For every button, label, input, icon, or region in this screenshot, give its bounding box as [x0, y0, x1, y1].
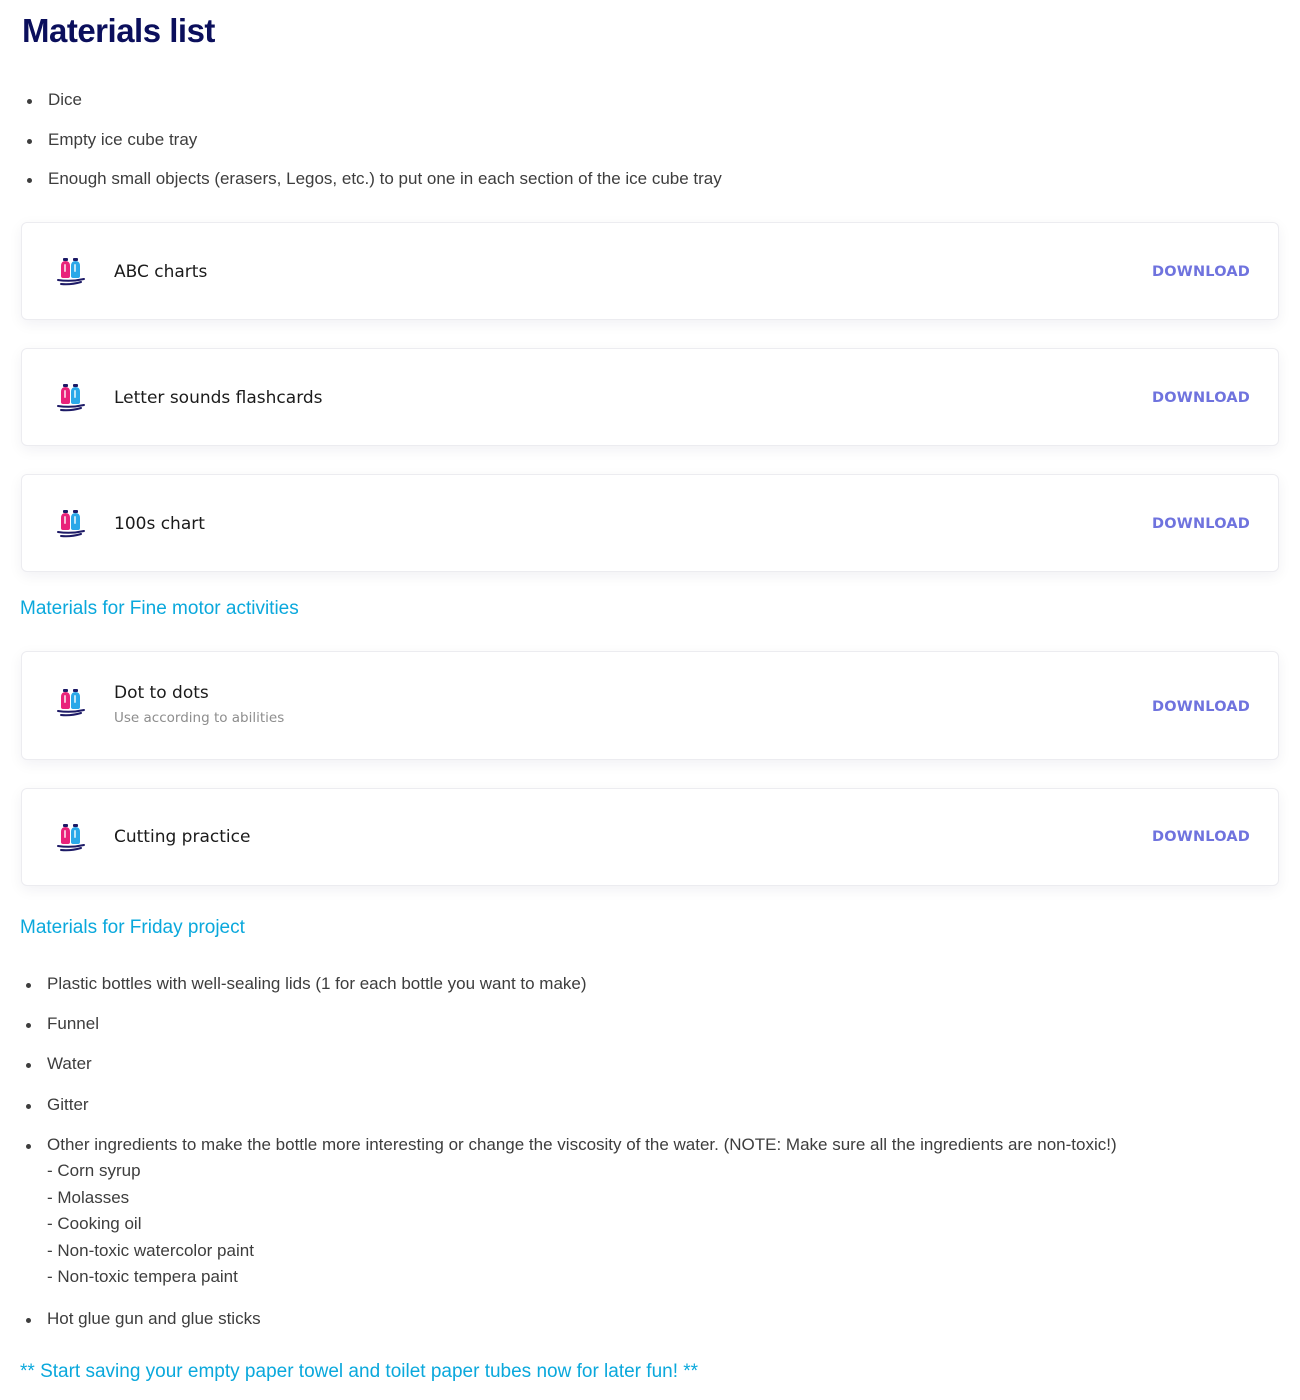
- list-item: Funnel: [21, 1011, 1281, 1037]
- card-title: Cutting practice: [114, 827, 251, 847]
- friday-project-heading: Materials for Friday project: [20, 917, 245, 938]
- download-card-dot-to-dots: Dot to dots Use according to abilities D…: [21, 651, 1279, 760]
- bottles-icon: [54, 381, 88, 415]
- download-button[interactable]: DOWNLOAD: [1152, 390, 1250, 406]
- list-item: Hot glue gun and glue sticks: [21, 1306, 1281, 1332]
- sub-list: - Corn syrup - Molasses - Cooking oil - …: [47, 1158, 1281, 1291]
- page-title: Materials list: [22, 12, 215, 49]
- list-item: Empty ice cube tray: [22, 127, 722, 153]
- card-title: ABC charts: [114, 262, 208, 282]
- card-subtitle: Use according to abilities: [114, 710, 285, 726]
- footer-note: ** Start saving your empty paper towel a…: [20, 1361, 699, 1382]
- sub-list-item: - Molasses: [47, 1187, 130, 1207]
- list-item: Water: [21, 1051, 1281, 1077]
- friday-project-list: Plastic bottles with well-sealing lids (…: [21, 971, 1281, 1332]
- download-card-100s-chart: 100s chart DOWNLOAD: [21, 474, 1279, 572]
- sub-list-item: - Corn syrup: [47, 1161, 141, 1180]
- materials-list: Dice Empty ice cube tray Enough small ob…: [22, 87, 722, 192]
- download-card-abc-charts: ABC charts DOWNLOAD: [21, 222, 1279, 320]
- card-title: 100s chart: [114, 514, 205, 534]
- download-button[interactable]: DOWNLOAD: [1152, 699, 1250, 715]
- download-button[interactable]: DOWNLOAD: [1152, 264, 1250, 280]
- bottles-icon: [54, 255, 88, 289]
- download-button[interactable]: DOWNLOAD: [1152, 829, 1250, 845]
- sub-list-item: - Non-toxic watercolor paint: [47, 1240, 254, 1260]
- sub-list-item: - Cooking oil: [47, 1214, 142, 1233]
- list-item-text: Other ingredients to make the bottle mor…: [47, 1135, 1117, 1154]
- download-card-letter-sounds-flashcards: Letter sounds flashcards DOWNLOAD: [21, 348, 1279, 446]
- list-item-ingredients: Other ingredients to make the bottle mor…: [21, 1132, 1281, 1291]
- list-item: Gitter: [21, 1092, 1281, 1118]
- fine-motor-heading: Materials for Fine motor activities: [20, 598, 299, 619]
- list-item: Dice: [22, 87, 722, 113]
- list-item: Plastic bottles with well-sealing lids (…: [21, 971, 1281, 997]
- sub-list-item: - Non-toxic tempera paint: [47, 1267, 238, 1286]
- list-item: Enough small objects (erasers, Legos, et…: [22, 166, 722, 192]
- bottles-icon: [54, 507, 88, 541]
- card-title: Dot to dots: [114, 683, 209, 703]
- download-card-cutting-practice: Cutting practice DOWNLOAD: [21, 788, 1279, 886]
- bottles-icon: [54, 821, 88, 855]
- card-title: Letter sounds flashcards: [114, 388, 323, 408]
- download-button[interactable]: DOWNLOAD: [1152, 516, 1250, 532]
- materials-page: Materials list Dice Empty ice cube tray …: [0, 0, 1300, 1400]
- bottles-icon: [54, 686, 88, 720]
